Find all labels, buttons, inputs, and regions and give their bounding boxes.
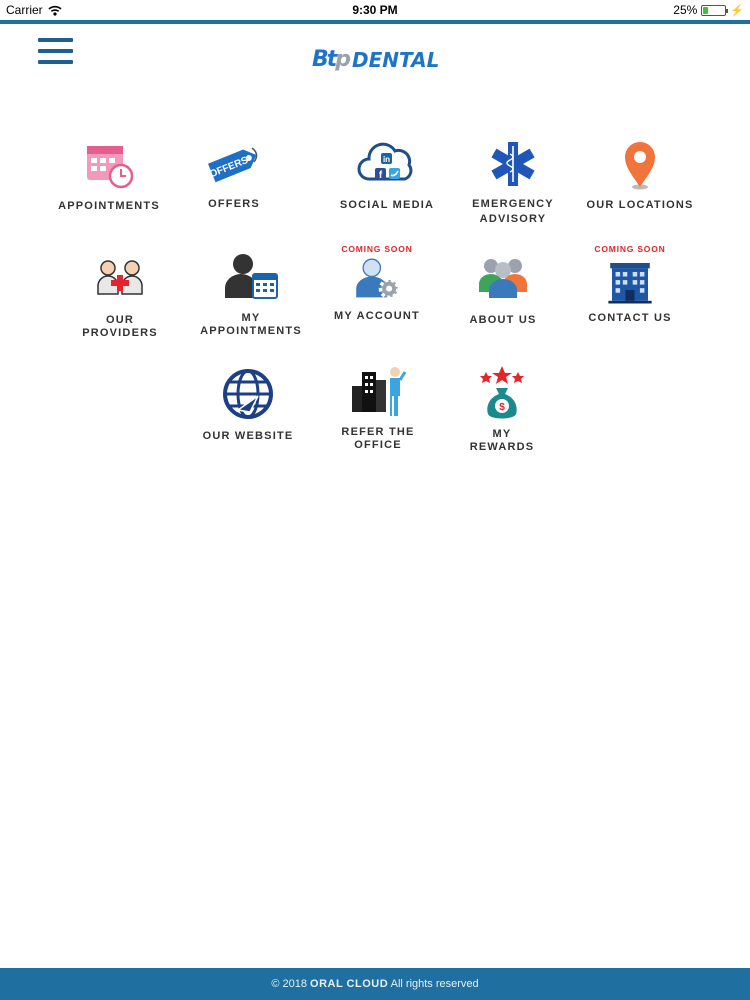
tile-label: EMERGENCY <box>472 198 554 210</box>
battery-percent: 25% <box>673 3 698 17</box>
tile-label: ABOUT US <box>469 314 537 326</box>
person-calendar-icon <box>225 254 278 299</box>
menu-button[interactable] <box>38 38 73 64</box>
footer: © 2018 ORAL CLOUD All rights reserved <box>0 968 750 1000</box>
clock: 9:30 PM <box>352 3 398 17</box>
tile-our-providers[interactable]: OUR PROVIDERS <box>60 250 180 340</box>
tile-my-rewards[interactable]: $ MY REWARDS <box>442 364 562 454</box>
logo-mark: Btp <box>312 47 351 72</box>
tile-label: APPOINTMENTS <box>200 325 302 337</box>
coming-soon-badge: COMING SOON <box>341 244 413 254</box>
tile-label: REFER THE <box>341 426 415 438</box>
star-of-life-icon <box>491 142 535 186</box>
logo-text: DENTAL <box>352 47 440 72</box>
header-divider <box>0 20 750 24</box>
menu-bar <box>38 38 73 42</box>
coming-soon-badge: COMING SOON <box>594 244 666 254</box>
svg-text:in: in <box>383 155 390 164</box>
reward-moneybag-icon: $ <box>480 366 524 419</box>
tile-label: MY <box>241 312 261 324</box>
calendar-clock-icon <box>87 146 134 189</box>
footer-brand: ORAL CLOUD <box>310 978 389 990</box>
team-icon <box>479 259 527 298</box>
tile-appointments[interactable]: APPOINTMENTS <box>49 136 169 213</box>
tile-my-account[interactable]: COMING SOON MY ACCOUNT <box>317 245 437 323</box>
charging-icon: ⚡ <box>730 4 744 17</box>
menu-bar <box>38 49 73 53</box>
offer-tag-icon: OFFERS <box>208 147 258 183</box>
providers-icon <box>97 260 143 295</box>
refer-office-icon <box>352 367 407 416</box>
svg-text:$: $ <box>499 402 505 413</box>
tile-label: OFFICE <box>354 439 402 451</box>
tile-label: MY ACCOUNT <box>334 310 420 322</box>
menu-bar <box>38 60 73 64</box>
tile-our-website[interactable]: OUR WEBSITE <box>188 366 308 443</box>
footer-copyright: © 2018 <box>271 978 307 990</box>
battery-icon <box>701 4 729 16</box>
office-building-icon <box>608 263 652 304</box>
tile-label: APPOINTMENTS <box>58 200 160 212</box>
footer-rights: All rights reserved <box>390 978 479 990</box>
tile-label: ADVISORY <box>479 213 547 225</box>
brand-logo: Btp DENTAL <box>312 47 439 72</box>
battery-group: 25% ⚡ <box>673 3 744 17</box>
social-cloud-icon: in f <box>357 142 413 181</box>
map-pin-icon <box>625 142 655 190</box>
tile-our-locations[interactable]: OUR LOCATIONS <box>580 135 700 212</box>
tile-offers[interactable]: OFFERS OFFERS <box>174 134 294 211</box>
tile-emergency-advisory[interactable]: EMERGENCY ADVISORY <box>453 134 573 226</box>
tile-label: OUR <box>105 314 135 326</box>
account-gear-icon <box>356 258 400 300</box>
tile-label: OUR LOCATIONS <box>586 199 694 211</box>
status-bar: Carrier 9:30 PM 25% ⚡ <box>0 0 750 20</box>
tile-label: OUR WEBSITE <box>202 430 294 442</box>
globe-icon <box>223 369 273 419</box>
tile-label: CONTACT US <box>588 312 672 324</box>
tile-label: SOCIAL MEDIA <box>339 199 435 211</box>
tile-refer-the-office[interactable]: REFER THE OFFICE <box>318 362 438 452</box>
tile-my-appointments[interactable]: MY APPOINTMENTS <box>191 248 311 338</box>
tile-label: REWARDS <box>469 441 535 453</box>
tile-social-media[interactable]: in f SOCIAL MEDIA <box>327 135 447 212</box>
tile-label: OFFERS <box>208 198 260 210</box>
tile-about-us[interactable]: ABOUT US <box>443 250 563 327</box>
tile-contact-us[interactable]: COMING SOON CONTACT US <box>570 245 690 325</box>
tile-label: PROVIDERS <box>82 327 158 339</box>
tile-label: MY <box>492 428 512 440</box>
